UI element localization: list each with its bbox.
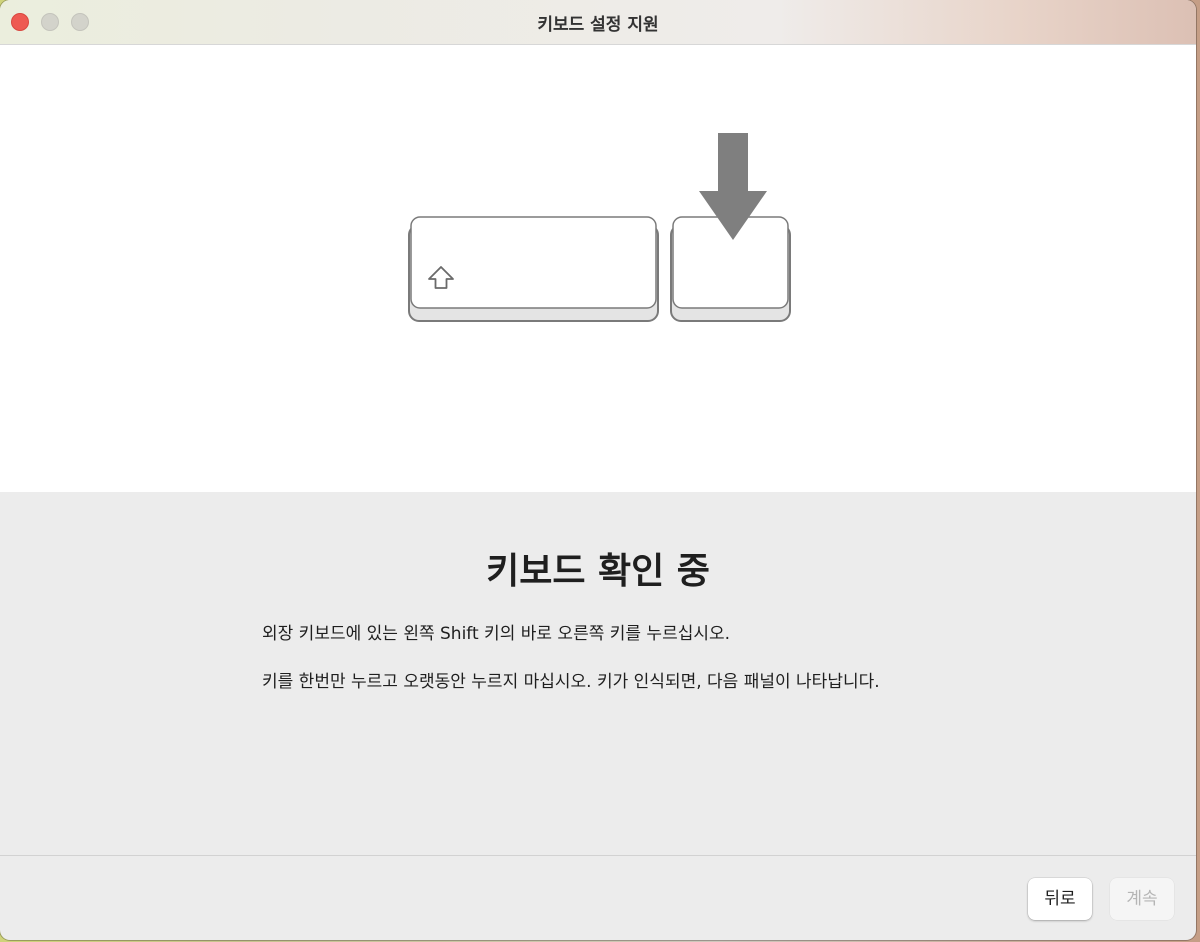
keyboard-illustration [0,45,1196,492]
keyboard-setup-window: 키보드 설정 지원 키보드 확인 중 외장 키보드에 있는 왼쪽 Shift 키… [0,0,1196,940]
keyboard-keys-graphic [408,133,791,322]
shift-key [408,216,659,322]
continue-button[interactable]: 계속 [1110,878,1174,920]
instruction-panel: 키보드 확인 중 외장 키보드에 있는 왼쪽 Shift 키의 바로 오른쪽 키… [0,492,1196,855]
window-title: 키보드 설정 지원 [537,15,659,35]
title-bar: 키보드 설정 지원 [0,0,1196,45]
back-button[interactable]: 뒤로 [1028,878,1092,920]
instruction-text-1: 외장 키보드에 있는 왼쪽 Shift 키의 바로 오른쪽 키를 누르십시오. [262,624,731,644]
footer-divider [0,855,1196,856]
page-title: 키보드 확인 중 [486,551,710,592]
instruction-text-2: 키를 한번만 누르고 오랫동안 누르지 마십시오. 키가 인식되면, 다음 패널… [262,672,880,692]
